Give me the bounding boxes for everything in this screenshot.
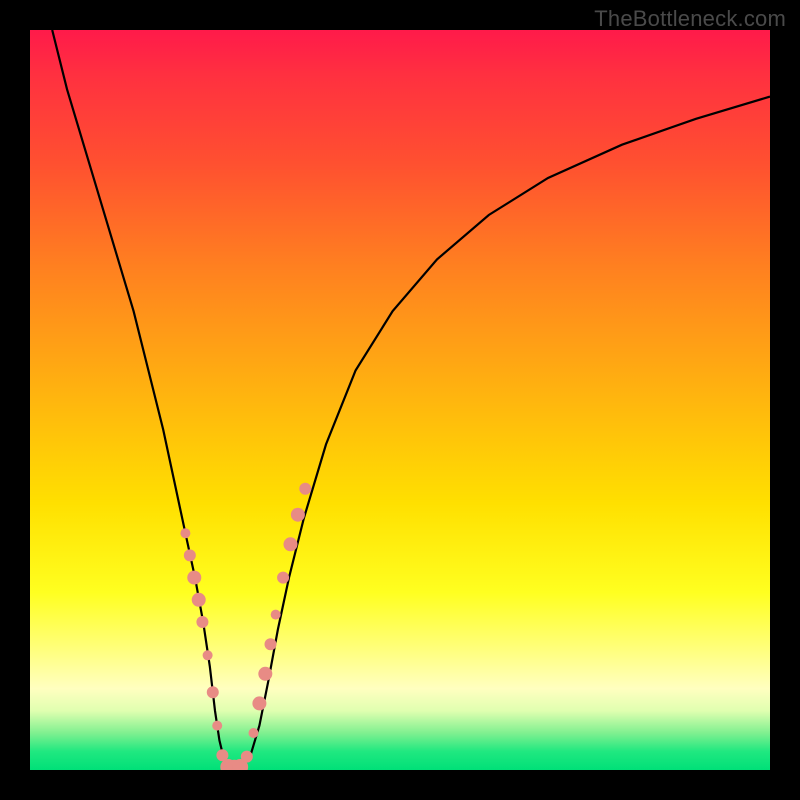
marker-point: [248, 728, 258, 738]
marker-point: [180, 528, 190, 538]
marker-point: [299, 483, 311, 495]
chart-svg: [30, 30, 770, 770]
marker-point: [265, 638, 277, 650]
marker-point: [187, 571, 201, 585]
marker-point: [252, 696, 266, 710]
highlight-markers: [180, 483, 311, 770]
marker-point: [196, 616, 208, 628]
marker-point: [207, 686, 219, 698]
marker-point: [277, 572, 289, 584]
marker-point: [241, 751, 253, 763]
chart-frame: TheBottleneck.com: [0, 0, 800, 800]
marker-point: [258, 667, 272, 681]
marker-point: [192, 593, 206, 607]
marker-point: [291, 508, 305, 522]
marker-point: [283, 537, 297, 551]
marker-point: [212, 721, 222, 731]
plot-area: [30, 30, 770, 770]
watermark-text: TheBottleneck.com: [594, 6, 786, 32]
marker-point: [203, 650, 213, 660]
marker-point: [271, 610, 281, 620]
marker-point: [184, 549, 196, 561]
bottleneck-curve: [52, 30, 770, 768]
